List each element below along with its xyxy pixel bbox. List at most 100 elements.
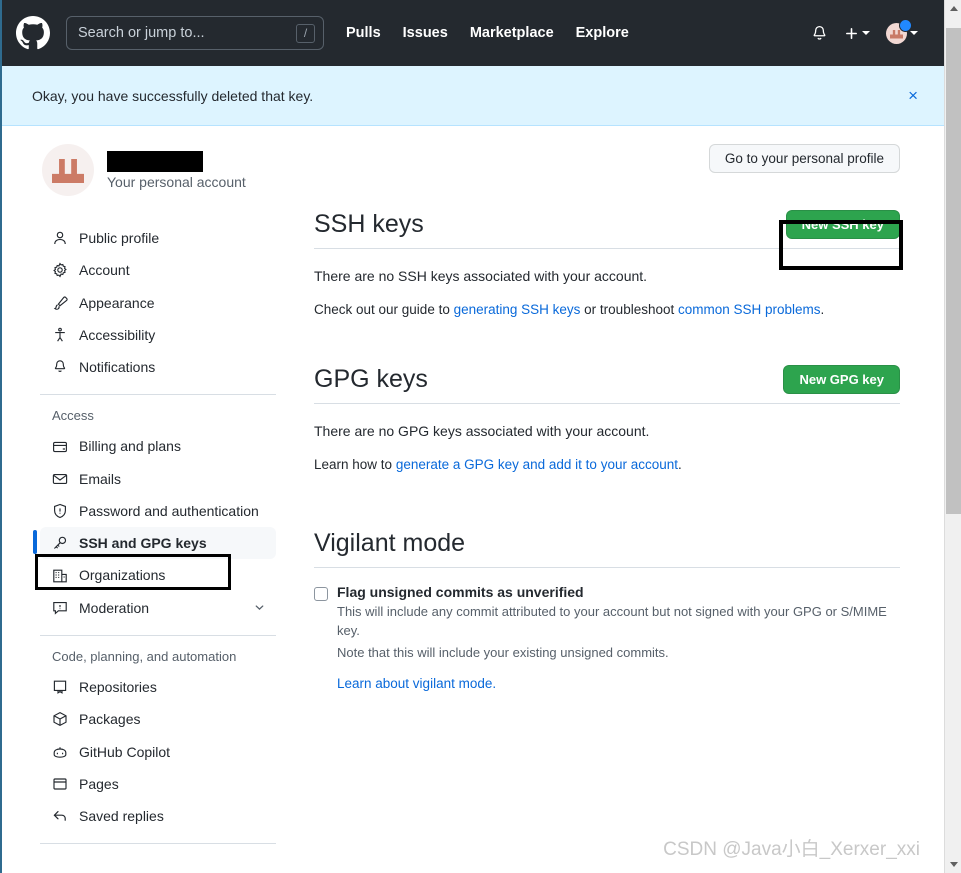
- settings-main: Go to your personal profile SSH keys New…: [302, 144, 944, 857]
- paintbrush-icon: [52, 295, 68, 311]
- gpg-help-suffix: .: [678, 457, 682, 473]
- nav-link-explore[interactable]: Explore: [576, 25, 629, 41]
- scroll-down-arrow-icon[interactable]: [945, 856, 961, 873]
- chevron-down-icon: [910, 31, 918, 35]
- header-nav: Pulls Issues Marketplace Explore: [346, 25, 629, 41]
- account-subtitle: Your personal account: [107, 173, 246, 190]
- settings-sidebar: Your personal account Public profile Acc…: [2, 144, 302, 857]
- sidebar-group-title-access: Access: [52, 408, 94, 424]
- sidebar-item-public-profile[interactable]: Public profile: [40, 222, 276, 254]
- gpg-section-title: GPG keys: [314, 365, 428, 394]
- vigilant-checkbox-row: Flag unsigned commits as unverified This…: [314, 568, 900, 691]
- sidebar-item-accessibility[interactable]: Accessibility: [40, 319, 276, 351]
- new-gpg-key-button[interactable]: New GPG key: [783, 365, 900, 395]
- user-menu[interactable]: [886, 18, 918, 44]
- sidebar-item-label: Emails: [79, 470, 122, 487]
- search-placeholder: Search or jump to...: [78, 24, 205, 41]
- header-actions: [811, 18, 928, 44]
- github-mark-icon[interactable]: [16, 16, 50, 50]
- sidebar-item-label: Appearance: [79, 294, 155, 311]
- sidebar-item-moderation[interactable]: Moderation: [40, 592, 276, 624]
- sidebar-item-organizations[interactable]: Organizations: [40, 559, 276, 591]
- nav-link-marketplace[interactable]: Marketplace: [470, 25, 554, 41]
- common-ssh-problems-link[interactable]: common SSH problems: [678, 302, 821, 317]
- learn-about-vigilant-mode-link[interactable]: Learn about vigilant mode.: [337, 676, 496, 691]
- vertical-scrollbar[interactable]: [944, 0, 961, 873]
- sidebar-item-label: Billing and plans: [79, 438, 181, 455]
- sidebar-item-account[interactable]: Account: [40, 254, 276, 286]
- sidebar-nav-code: Repositories Packages GitHub Copilot Pag…: [40, 671, 276, 832]
- sidebar-item-appearance[interactable]: Appearance: [40, 287, 276, 319]
- credit-card-icon: [52, 439, 68, 455]
- sidebar-item-label: Account: [79, 262, 130, 279]
- browser-page: Search or jump to... / Pulls Issues Mark…: [0, 0, 961, 873]
- sidebar-item-label: Pages: [79, 775, 119, 792]
- bell-icon[interactable]: [811, 25, 828, 42]
- avatar: [42, 144, 94, 196]
- scroll-up-arrow-icon[interactable]: [945, 0, 961, 17]
- package-icon: [52, 711, 68, 727]
- nav-link-issues[interactable]: Issues: [403, 25, 448, 41]
- ssh-keys-section: SSH keys New SSH key There are no SSH ke…: [314, 209, 900, 320]
- sidebar-item-ssh-and-gpg-keys[interactable]: SSH and GPG keys: [33, 527, 276, 560]
- sidebar-item-label: Repositories: [79, 678, 157, 695]
- sidebar-item-github-copilot[interactable]: GitHub Copilot: [40, 736, 276, 768]
- gpg-help-text: Learn how to generate a GPG key and add …: [314, 455, 900, 475]
- vigilant-section-title: Vigilant mode: [314, 528, 466, 557]
- generating-ssh-keys-link[interactable]: generating SSH keys: [454, 302, 581, 317]
- sidebar-item-label: GitHub Copilot: [79, 743, 171, 760]
- scrollbar-thumb[interactable]: [946, 28, 961, 514]
- gpg-keys-header: GPG keys New GPG key: [314, 364, 900, 405]
- chevron-down-icon[interactable]: [253, 601, 266, 614]
- sidebar-item-pages[interactable]: Pages: [40, 768, 276, 800]
- sidebar-item-repositories[interactable]: Repositories: [40, 671, 276, 703]
- vigilant-mode-header: Vigilant mode: [314, 528, 900, 568]
- flash-message: Okay, you have successfully deleted that…: [32, 87, 314, 104]
- sidebar-item-label: Password and authentication: [79, 502, 259, 519]
- sidebar-item-label: Packages: [79, 711, 141, 728]
- gpg-help-prefix: Learn how to: [314, 457, 396, 473]
- flash-notice: Okay, you have successfully deleted that…: [2, 66, 944, 126]
- plus-icon: [844, 26, 859, 41]
- chevron-down-icon: [862, 31, 870, 35]
- sidebar-item-packages[interactable]: Packages: [40, 703, 276, 735]
- sidebar-item-saved-replies[interactable]: Saved replies: [40, 800, 276, 832]
- key-icon: [52, 535, 68, 551]
- nav-link-pulls[interactable]: Pulls: [346, 25, 381, 41]
- ssh-empty-text: There are no SSH keys associated with yo…: [314, 268, 648, 284]
- create-new-menu[interactable]: [844, 26, 870, 41]
- account-header: Your personal account: [40, 144, 276, 196]
- sidebar-item-label: Moderation: [79, 599, 150, 616]
- mail-icon: [52, 471, 68, 487]
- sidebar-divider: [40, 394, 276, 396]
- sidebar-item-password-and-authentication[interactable]: Password and authentication: [40, 495, 276, 527]
- ssh-help-text: Check out our guide to generating SSH ke…: [314, 300, 900, 320]
- sidebar-item-emails[interactable]: Emails: [40, 463, 276, 495]
- new-ssh-key-button[interactable]: New SSH key: [785, 210, 900, 239]
- generate-gpg-key-link[interactable]: generate a GPG key and add it to your ac…: [396, 457, 678, 472]
- global-header: Search or jump to... / Pulls Issues Mark…: [2, 0, 944, 66]
- gpg-empty-text: There are no GPG keys associated with yo…: [314, 423, 650, 440]
- settings-content: Your personal account Public profile Acc…: [2, 126, 944, 857]
- ssh-help-middle: or troubleshoot: [580, 302, 678, 317]
- person-icon: [52, 230, 68, 246]
- page-viewport: Search or jump to... / Pulls Issues Mark…: [0, 0, 944, 873]
- flag-unsigned-commits-checkbox[interactable]: [314, 586, 328, 601]
- gpg-keys-body: There are no GPG keys associated with yo…: [314, 404, 900, 475]
- vigilant-mode-section: Vigilant mode Flag unsigned commits as u…: [314, 528, 900, 691]
- close-icon[interactable]: ×: [900, 83, 926, 108]
- vigilant-description-line-2: Note that this will include your existin…: [337, 644, 669, 660]
- search-input[interactable]: Search or jump to... /: [66, 16, 324, 50]
- gear-icon: [52, 262, 68, 278]
- ssh-help-suffix: .: [820, 302, 825, 317]
- sidebar-item-billing-and-plans[interactable]: Billing and plans: [40, 430, 276, 462]
- sidebar-item-label: SSH and GPG keys: [79, 535, 207, 552]
- organization-icon: [52, 568, 68, 584]
- sidebar-nav-primary: Public profile Account Appearance Access…: [40, 222, 276, 383]
- vigilant-description-line-1: This will include any commit attributed …: [337, 603, 887, 639]
- go-to-personal-profile-button[interactable]: Go to your personal profile: [708, 144, 900, 173]
- sidebar-item-notifications[interactable]: Notifications: [40, 351, 276, 383]
- flag-unsigned-commits-label[interactable]: Flag unsigned commits as unverified: [337, 584, 900, 600]
- sidebar-nav-access: Billing and plans Emails Password and au…: [33, 430, 276, 624]
- sidebar-divider: [40, 634, 276, 636]
